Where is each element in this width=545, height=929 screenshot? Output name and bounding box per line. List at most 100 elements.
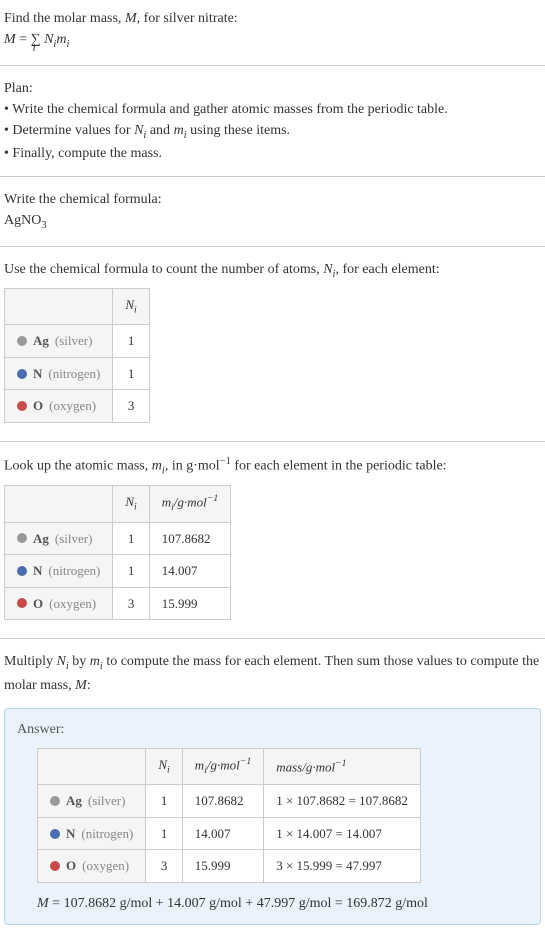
element-symbol: N [66,824,75,844]
chemformula-section: Write the chemical formula: AgNO3 [0,181,545,242]
cf-O: O [31,213,41,228]
ni-value: 3 [113,390,149,423]
plan-bullet-1: • Write the chemical formula and gather … [4,99,541,120]
ni-value: 1 [113,325,149,358]
element-dot-icon [17,336,27,346]
element-dot-icon [17,598,27,608]
element-name: (silver) [55,331,93,351]
ni-value: 1 [146,785,182,818]
atomicmass-section: Look up the atomic mass, mi, in g·mol−1 … [0,446,545,634]
table-header-row: Ni mi/g·mol−1 [5,486,231,523]
cf-Ag: Ag [4,213,21,228]
header-empty [5,486,113,523]
element-cell: N (nitrogen) [50,824,133,844]
am-intro-sup: −1 [220,456,231,467]
element-symbol: Ag [33,529,49,549]
table-row: O (oxygen) 3 15.999 3 × 15.999 = 47.997 [38,850,421,883]
table-row: N (nitrogen) 1 14.007 1 × 14.007 = 14.00… [38,817,421,850]
answer-table: Ni mi/g·mol−1 mass/g·mol−1 Ag (silver) 1… [37,748,421,883]
element-symbol: O [66,856,76,876]
am-intro-pre: Look up the atomic mass, [4,459,152,474]
divider [0,65,545,66]
element-symbol: O [33,396,43,416]
ni-value: 1 [146,817,182,850]
header-mass: mass/g·mol−1 [264,748,421,785]
final-equation: M = 107.8682 g/mol + 14.007 g/mol + 47.9… [37,893,528,914]
eq-M: M [4,32,16,47]
count-intro-pre: Use the chemical formula to count the nu… [4,262,323,277]
plan-b2-mi: m [174,123,184,138]
eq-mi: m [56,32,66,47]
element-dot-icon [17,566,27,576]
ni-value: 3 [146,850,182,883]
table-row: Ag (silver) 1 [5,325,150,358]
answer-box: Answer: Ni mi/g·mol−1 mass/g·mol−1 Ag (s… [4,708,541,925]
header-mi: mi/g·mol−1 [149,486,230,523]
cf-N: N [21,213,31,228]
element-name: (nitrogen) [48,364,100,384]
plan-b2-pre: • Determine values for [4,123,134,138]
mult-Ni: N [57,654,66,669]
ni-value: 3 [113,587,149,620]
mass-value: 3 × 15.999 = 47.997 [264,850,421,883]
ni-value: 1 [113,357,149,390]
element-name: (oxygen) [49,396,96,416]
header-Ni: Ni [146,748,182,785]
element-symbol: Ag [66,791,82,811]
plan-b2-post: using these items. [187,123,290,138]
element-name: (nitrogen) [48,561,100,581]
am-intro-mid: , in g·mol [165,459,220,474]
element-cell: Ag (silver) [17,331,100,351]
plan-title: Plan: [4,78,541,99]
element-cell: Ag (silver) [50,791,133,811]
table-header-row: Ni mi/g·mol−1 mass/g·mol−1 [38,748,421,785]
element-dot-icon [50,829,60,839]
element-cell: N (nitrogen) [17,364,100,384]
intro-section: Find the molar mass, M, for silver nitra… [0,0,545,61]
element-symbol: N [33,561,42,581]
atomicmass-table: Ni mi/g·mol−1 Ag (silver) 1 107.8682 N (… [4,485,231,620]
ni-value: 1 [113,522,149,555]
element-symbol: Ag [33,331,49,351]
element-dot-icon [50,861,60,871]
divider [0,246,545,247]
element-cell: N (nitrogen) [17,561,100,581]
element-symbol: N [33,364,42,384]
table-row: N (nitrogen) 1 [5,357,150,390]
multiply-section: Multiply Ni by mi to compute the mass fo… [0,643,545,704]
table-row: Ag (silver) 1 107.8682 1 × 107.8682 = 10… [38,785,421,818]
element-name: (silver) [55,529,93,549]
mult-mi: m [90,654,100,669]
element-cell: O (oxygen) [17,594,100,614]
table-row: Ag (silver) 1 107.8682 [5,522,231,555]
intro-text-post: , for silver nitrate: [137,11,238,26]
answer-label: Answer: [17,719,528,740]
count-table: Ni Ag (silver) 1 N (nitrogen) 1 O (oxyge… [4,288,150,423]
element-dot-icon [17,369,27,379]
chemformula-value: AgNO3 [4,210,541,234]
intro-text: Find the molar mass, [4,11,125,26]
mi-value: 107.8682 [182,785,263,818]
final-M: M [37,896,49,911]
table-row: O (oxygen) 3 15.999 [5,587,231,620]
mi-value: 14.007 [182,817,263,850]
plan-bullet-3: • Finally, compute the mass. [4,143,541,164]
mass-value: 1 × 14.007 = 14.007 [264,817,421,850]
table-row: N (nitrogen) 1 14.007 [5,555,231,588]
eq-Ni: N [44,32,53,47]
element-cell: O (oxygen) [50,856,133,876]
intro-M: M [125,11,137,26]
divider [0,638,545,639]
eq-sum-sub: i [33,41,36,57]
element-name: (oxygen) [82,856,129,876]
chemformula-title: Write the chemical formula: [4,189,541,210]
divider [0,176,545,177]
plan-b2-mid: and [146,123,173,138]
eq-mi-sub: i [66,39,69,50]
count-section: Use the chemical formula to count the nu… [0,251,545,437]
element-symbol: O [33,594,43,614]
table-header-row: Ni [5,289,150,325]
mi-value: 15.999 [182,850,263,883]
mass-value: 1 × 107.8682 = 107.8682 [264,785,421,818]
mult-post: : [87,678,91,693]
